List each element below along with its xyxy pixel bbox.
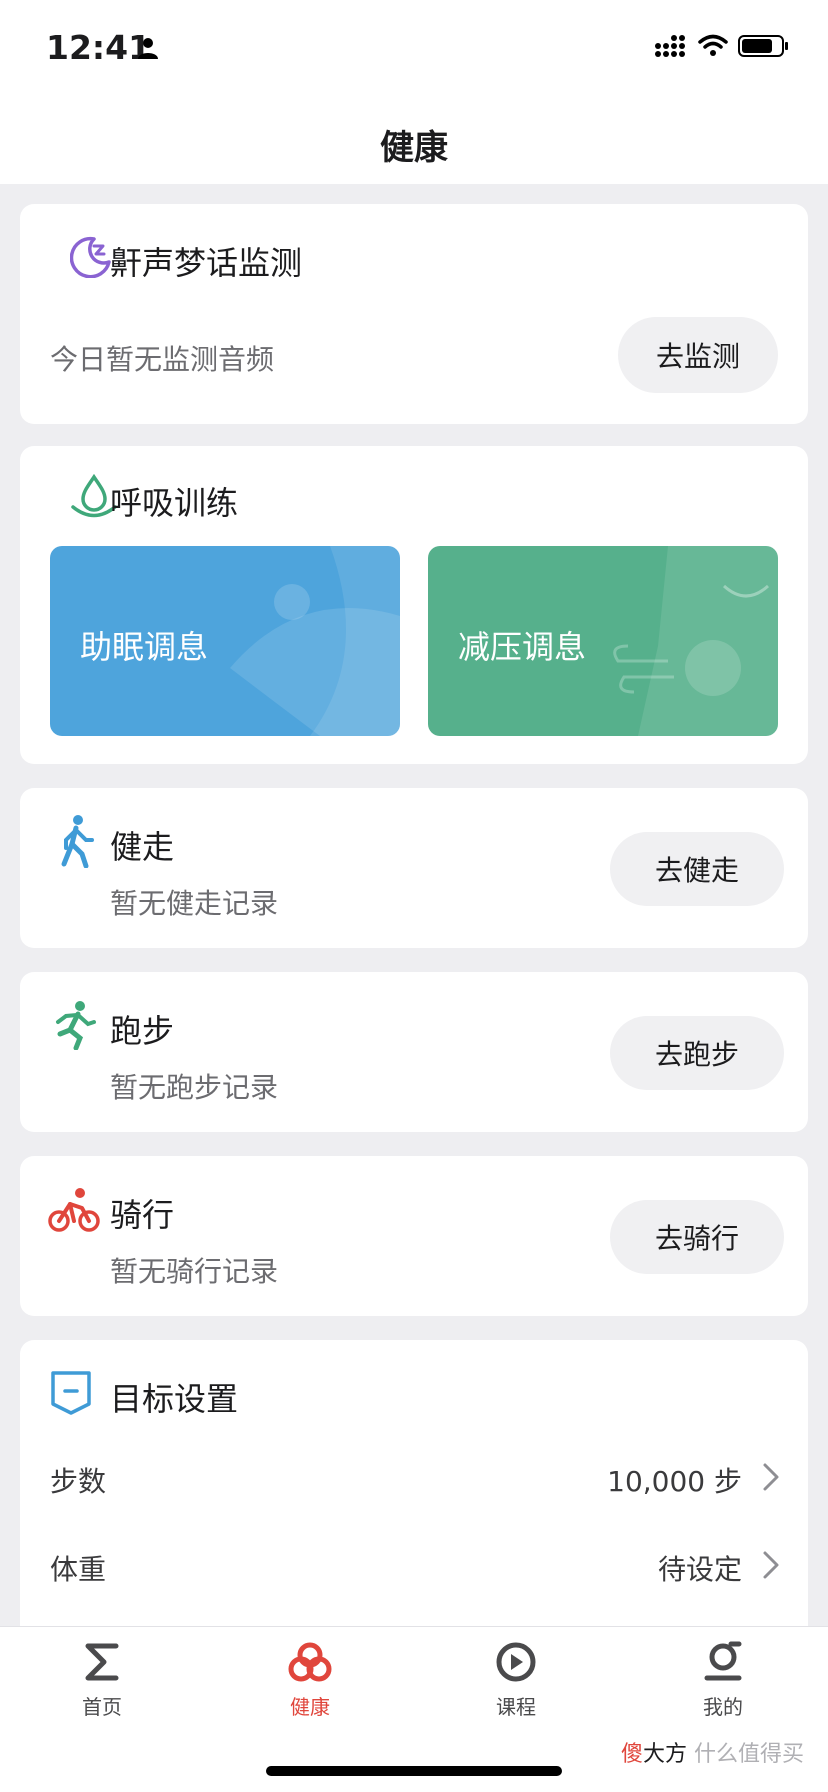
tab-home-label: 首页 (82, 1695, 122, 1719)
steps-value: 10,000 步 (607, 1465, 742, 1498)
goal-row-weight[interactable]: 体重 待设定 (20, 1532, 808, 1598)
breathing-training-card: 呼吸训练 助眠调息 减压调息 (20, 446, 808, 764)
stress-relief-breathing-tile[interactable]: 减压调息 (428, 546, 778, 736)
tab-courses-label: 课程 (496, 1695, 536, 1719)
tab-profile[interactable]: 我的 (663, 1641, 783, 1720)
running-title: 跑步 (110, 1012, 175, 1050)
walking-subtitle: 暂无健走记录 (110, 887, 279, 920)
tab-home[interactable]: 首页 (42, 1641, 162, 1720)
tab-health-label: 健康 (290, 1695, 330, 1719)
start-monitoring-button[interactable]: 去监测 (618, 317, 778, 393)
cycling-card: 骑行 暂无骑行记录 去骑行 (20, 1156, 808, 1316)
breathing-card-title: 呼吸训练 (110, 484, 239, 522)
weight-value: 待设定 (657, 1553, 742, 1586)
chevron-right-icon (762, 1462, 780, 1496)
goal-row-steps[interactable]: 步数 10,000 步 (20, 1444, 808, 1510)
chevron-right-icon (762, 1550, 780, 1584)
tab-courses[interactable]: 课程 (456, 1641, 576, 1720)
steps-label: 步数 (50, 1465, 107, 1498)
goal-card-title: 目标设置 (110, 1380, 239, 1418)
running-icon (50, 1000, 98, 1054)
running-subtitle: 暂无跑步记录 (110, 1071, 279, 1104)
tab-health[interactable]: 健康 (250, 1641, 370, 1720)
moon-icon (69, 236, 112, 282)
tab-profile-label: 我的 (703, 1695, 743, 1719)
wifi-icon (698, 34, 728, 62)
watermark-mark: 傻 (620, 1742, 643, 1767)
battery-icon (738, 34, 790, 62)
walking-title: 健走 (110, 828, 175, 866)
snore-status-text: 今日暂无监测音频 (50, 343, 275, 376)
goal-settings-card: 目标设置 步数 10,000 步 体重 待设定 (20, 1340, 808, 1640)
walking-icon (54, 814, 96, 872)
sleep-breathing-tile[interactable]: 助眠调息 (50, 546, 400, 736)
cellular-signal-icon (654, 34, 688, 62)
play-circle-icon (494, 1642, 538, 1687)
status-indicators (654, 34, 790, 62)
start-running-button[interactable]: 去跑步 (610, 1016, 784, 1090)
snore-card-title: 鼾声梦话监测 (110, 244, 303, 282)
cycling-icon (48, 1188, 100, 1236)
start-cycling-button[interactable]: 去骑行 (610, 1200, 784, 1274)
cycling-subtitle: 暂无骑行记录 (110, 1255, 279, 1288)
snore-monitor-card: 鼾声梦话监测 今日暂无监测音频 去监测 (20, 204, 808, 424)
health-rings-icon (288, 1642, 332, 1687)
sigma-icon (82, 1643, 122, 1687)
weight-label: 体重 (50, 1553, 107, 1586)
sleep-breathing-label: 助眠调息 (80, 628, 209, 666)
profile-icon (701, 1641, 745, 1687)
watermark-brand: 大方 (642, 1742, 687, 1767)
page-title: 健康 (380, 128, 448, 168)
walking-card: 健走 暂无健走记录 去健走 (20, 788, 808, 948)
watermark: 傻大方 什么值得买 (621, 1736, 804, 1768)
watermark-site: 什么值得买 (693, 1742, 804, 1767)
person-icon (136, 36, 160, 64)
stress-breathing-label: 减压调息 (458, 628, 587, 666)
home-indicator (266, 1766, 562, 1776)
running-card: 跑步 暂无跑步记录 去跑步 (20, 972, 808, 1132)
status-bar: 12:41 (0, 0, 828, 92)
nav-header: 健康 (0, 92, 828, 184)
goal-shield-icon (50, 1370, 92, 1420)
start-walking-button[interactable]: 去健走 (610, 832, 784, 906)
cycling-title: 骑行 (110, 1196, 175, 1234)
